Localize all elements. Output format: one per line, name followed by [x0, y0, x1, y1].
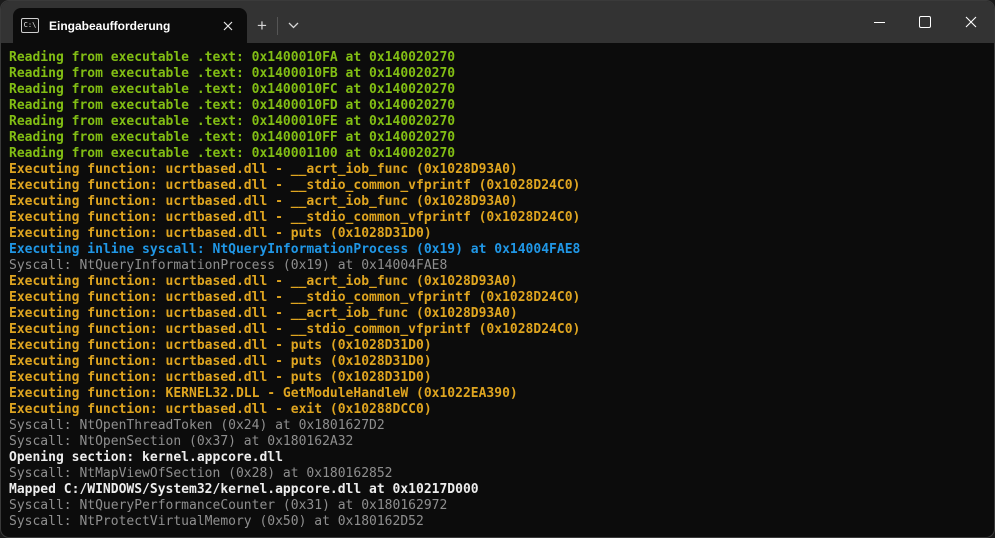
- terminal-line: Opening section: kernel.appcore.dll: [9, 450, 986, 466]
- minimize-button[interactable]: [856, 1, 902, 43]
- terminal-line: Syscall: NtQueryPerformanceCounter (0x31…: [9, 498, 986, 514]
- terminal-line: Executing function: ucrtbased.dll - __st…: [9, 178, 986, 194]
- terminal-line: Mapped C:/WINDOWS/System32/kernel.appcor…: [9, 482, 986, 498]
- terminal-line: Syscall: NtMapViewOfSection (0x28) at 0x…: [9, 466, 986, 482]
- tab-title: Eingabeaufforderung: [49, 19, 217, 33]
- terminal-line: Reading from executable .text: 0x1400010…: [9, 130, 986, 146]
- terminal-line: Reading from executable .text: 0x1400010…: [9, 66, 986, 82]
- terminal-line: Syscall: NtOpenThreadToken (0x24) at 0x1…: [9, 418, 986, 434]
- terminal-line: Executing function: ucrtbased.dll - puts…: [9, 226, 986, 242]
- terminal-line: Syscall: NtProtectVirtualMemory (0x50) a…: [9, 514, 986, 530]
- terminal-line: Executing inline syscall: NtQueryInforma…: [9, 242, 986, 258]
- new-tab-button[interactable]: +: [247, 8, 277, 43]
- close-window-button[interactable]: [948, 1, 994, 43]
- tab-eingabeaufforderung[interactable]: C:\ Eingabeaufforderung: [13, 8, 247, 43]
- terminal-line: Syscall: NtOpenSection (0x37) at 0x18016…: [9, 434, 986, 450]
- terminal-line: Executing function: ucrtbased.dll - __ac…: [9, 274, 986, 290]
- terminal-output[interactable]: Reading from executable .text: 0x1400010…: [1, 43, 994, 530]
- chevron-down-icon: [288, 22, 299, 29]
- terminal-line: Executing function: ucrtbased.dll - __ac…: [9, 306, 986, 322]
- terminal-line: Executing function: ucrtbased.dll - puts…: [9, 354, 986, 370]
- terminal-window: C:\ Eingabeaufforderung +: [0, 0, 995, 538]
- terminal-line: Executing function: ucrtbased.dll - puts…: [9, 338, 986, 354]
- plus-icon: +: [257, 17, 267, 34]
- terminal-line: Executing function: ucrtbased.dll - exit…: [9, 402, 986, 418]
- minimize-icon: [874, 22, 885, 23]
- terminal-line: Executing function: KERNEL32.DLL - GetMo…: [9, 386, 986, 402]
- maximize-button[interactable]: [902, 1, 948, 43]
- terminal-line: Executing function: ucrtbased.dll - __st…: [9, 322, 986, 338]
- terminal-line: Executing function: ucrtbased.dll - puts…: [9, 370, 986, 386]
- tab-close-button[interactable]: [217, 15, 239, 37]
- command-prompt-icon: C:\: [21, 18, 39, 33]
- terminal-line: Executing function: ucrtbased.dll - __st…: [9, 290, 986, 306]
- terminal-line: Reading from executable .text: 0x1400010…: [9, 98, 986, 114]
- close-icon: [223, 21, 233, 31]
- close-icon: [965, 16, 977, 28]
- window-controls: [856, 1, 994, 43]
- title-bar: C:\ Eingabeaufforderung +: [1, 1, 994, 43]
- terminal-line: Reading from executable .text: 0x1400011…: [9, 146, 986, 162]
- terminal-line: Executing function: ucrtbased.dll - __st…: [9, 210, 986, 226]
- terminal-line: Reading from executable .text: 0x1400010…: [9, 82, 986, 98]
- terminal-line: Executing function: ucrtbased.dll - __ac…: [9, 162, 986, 178]
- terminal-line: Executing function: ucrtbased.dll - __ac…: [9, 194, 986, 210]
- titlebar-drag-region[interactable]: [308, 1, 856, 43]
- terminal-line: Reading from executable .text: 0x1400010…: [9, 50, 986, 66]
- tab-dropdown-button[interactable]: [278, 8, 308, 43]
- terminal-line: Reading from executable .text: 0x1400010…: [9, 114, 986, 130]
- maximize-icon: [919, 16, 931, 28]
- terminal-line: Syscall: NtQueryInformationProcess (0x19…: [9, 258, 986, 274]
